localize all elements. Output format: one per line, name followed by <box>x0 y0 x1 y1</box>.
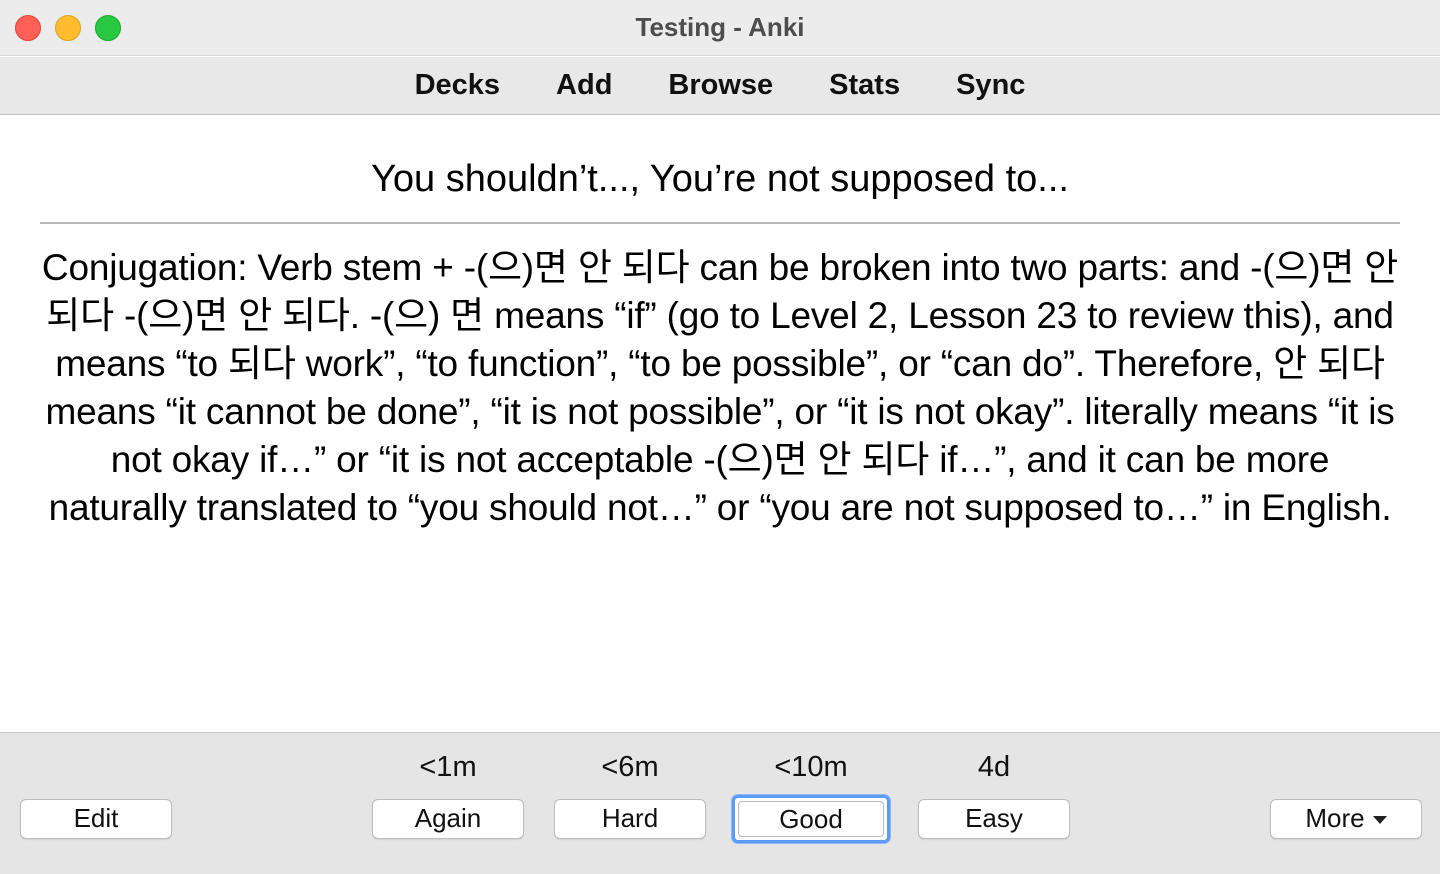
good-interval: <10m <box>774 751 848 783</box>
toolbar-decks[interactable]: Decks <box>387 69 528 102</box>
window-title: Testing - Anki <box>635 12 805 42</box>
easy-button[interactable]: Easy <box>918 799 1070 839</box>
edit-button[interactable]: Edit <box>20 799 172 839</box>
good-button-label: Good <box>738 801 884 837</box>
answer-divider <box>40 222 1400 224</box>
hard-interval: <6m <box>601 751 659 783</box>
good-button[interactable]: Good <box>732 795 890 843</box>
easy-interval: 4d <box>977 751 1011 783</box>
toolbar-stats[interactable]: Stats <box>801 69 928 102</box>
card-back-text: Conjugation: Verb stem + -(으)면 안 되다 can … <box>41 247 1399 528</box>
card-front-text: You shouldn’t..., You’re not supposed to… <box>371 158 1069 200</box>
more-button-label: More <box>1305 803 1365 833</box>
anki-window: Testing - Anki Decks Add Browse Stats Sy… <box>0 0 1440 874</box>
toolbar-browse[interactable]: Browse <box>640 69 801 102</box>
toolbar-add[interactable]: Add <box>528 69 640 102</box>
chevron-down-icon <box>1372 816 1387 825</box>
card-view: You shouldn’t..., You’re not supposed to… <box>40 116 1400 731</box>
more-button[interactable]: More <box>1270 799 1422 839</box>
again-interval: <1m <box>419 751 477 783</box>
answer-bar: <1m <6m <10m 4d Edit Again Hard Good Eas… <box>0 732 1440 874</box>
again-button[interactable]: Again <box>372 799 524 839</box>
main-toolbar: Decks Add Browse Stats Sync <box>0 57 1440 115</box>
title-bar: Testing - Anki <box>0 0 1440 56</box>
hard-button[interactable]: Hard <box>554 799 706 839</box>
toolbar-sync[interactable]: Sync <box>928 69 1053 102</box>
